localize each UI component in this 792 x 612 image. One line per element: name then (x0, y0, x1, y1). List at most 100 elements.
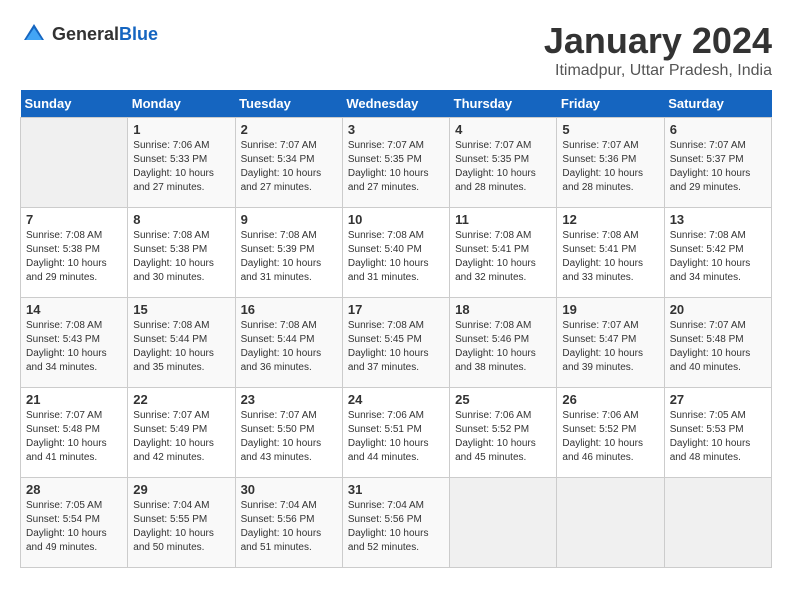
calendar-cell: 15 Sunrise: 7:08 AM Sunset: 5:44 PM Dayli… (128, 298, 235, 388)
day-number: 25 (455, 392, 551, 407)
calendar-cell: 24Sunrise: 7:06 AM Sunset: 5:51 PM Dayli… (342, 388, 449, 478)
day-info: Sunrise: 7:08 AM Sunset: 5:45 PM Dayligh… (348, 319, 444, 375)
day-info: Sunrise: 7:05 AM Sunset: 5:53 PM Dayligh… (670, 409, 766, 465)
week-row-2: 7Sunrise: 7:08 AM Sunset: 5:38 PM Daylig… (21, 208, 772, 298)
weekday-header-wednesday: Wednesday (342, 90, 449, 118)
day-number: 11 (455, 212, 551, 227)
calendar-cell: 10 Sunrise: 7:08 AM Sunset: 5:40 PM Dayli… (342, 208, 449, 298)
day-info: Sunrise: 7:07 AM Sunset: 5:48 PM Dayligh… (670, 319, 766, 375)
logo-text-general: General (52, 24, 119, 44)
day-number: 14 (26, 302, 122, 317)
calendar-cell: 21 Sunrise: 7:07 AM Sunset: 5:48 PM Dayli… (21, 388, 128, 478)
day-number: 1 (133, 122, 229, 137)
title-block: January 2024 Itimadpur, Uttar Pradesh, I… (544, 20, 772, 80)
week-row-3: 14Sunrise: 7:08 AM Sunset: 5:43 PM Dayli… (21, 298, 772, 388)
calendar-cell: 23 Sunrise: 7:07 AM Sunset: 5:50 PM Dayli… (235, 388, 342, 478)
day-number: 10 (348, 212, 444, 227)
calendar-table: SundayMondayTuesdayWednesdayThursdayFrid… (20, 90, 772, 568)
day-number: 8 (133, 212, 229, 227)
day-number: 13 (670, 212, 766, 227)
calendar-cell: 8 Sunrise: 7:08 AM Sunset: 5:38 PM Daylig… (128, 208, 235, 298)
calendar-cell: 11 Sunrise: 7:08 AM Sunset: 5:41 PM Dayli… (450, 208, 557, 298)
logo-icon (20, 20, 48, 48)
day-info: Sunrise: 7:08 AM Sunset: 5:39 PM Dayligh… (241, 229, 337, 285)
day-info: Sunrise: 7:07 AM Sunset: 5:50 PM Dayligh… (241, 409, 337, 465)
page-header: GeneralBlue January 2024 Itimadpur, Utta… (20, 20, 772, 80)
day-number: 6 (670, 122, 766, 137)
day-info: Sunrise: 7:07 AM Sunset: 5:47 PM Dayligh… (562, 319, 658, 375)
day-info: Sunrise: 7:08 AM Sunset: 5:38 PM Dayligh… (133, 229, 229, 285)
day-info: Sunrise: 7:04 AM Sunset: 5:55 PM Dayligh… (133, 499, 229, 555)
calendar-cell: 9 Sunrise: 7:08 AM Sunset: 5:39 PM Daylig… (235, 208, 342, 298)
day-number: 19 (562, 302, 658, 317)
week-row-5: 28Sunrise: 7:05 AM Sunset: 5:54 PM Dayli… (21, 478, 772, 568)
logo-text-blue: Blue (119, 24, 158, 44)
day-info: Sunrise: 7:08 AM Sunset: 5:38 PM Dayligh… (26, 229, 122, 285)
weekday-header-friday: Friday (557, 90, 664, 118)
calendar-cell: 12Sunrise: 7:08 AM Sunset: 5:41 PM Dayli… (557, 208, 664, 298)
day-number: 9 (241, 212, 337, 227)
calendar-cell: 27 Sunrise: 7:05 AM Sunset: 5:53 PM Dayli… (664, 388, 771, 478)
day-info: Sunrise: 7:06 AM Sunset: 5:52 PM Dayligh… (562, 409, 658, 465)
location-title: Itimadpur, Uttar Pradesh, India (544, 62, 772, 80)
day-number: 18 (455, 302, 551, 317)
calendar-cell (557, 478, 664, 568)
day-number: 26 (562, 392, 658, 407)
calendar-cell: 31 Sunrise: 7:04 AM Sunset: 5:56 PM Dayli… (342, 478, 449, 568)
day-number: 4 (455, 122, 551, 137)
calendar-cell: 20Sunrise: 7:07 AM Sunset: 5:48 PM Dayli… (664, 298, 771, 388)
day-info: Sunrise: 7:07 AM Sunset: 5:35 PM Dayligh… (455, 139, 551, 195)
calendar-cell: 2 Sunrise: 7:07 AM Sunset: 5:34 PM Daylig… (235, 118, 342, 208)
day-number: 21 (26, 392, 122, 407)
day-info: Sunrise: 7:08 AM Sunset: 5:40 PM Dayligh… (348, 229, 444, 285)
calendar-cell: 17Sunrise: 7:08 AM Sunset: 5:45 PM Dayli… (342, 298, 449, 388)
day-number: 28 (26, 482, 122, 497)
day-number: 22 (133, 392, 229, 407)
weekday-header-tuesday: Tuesday (235, 90, 342, 118)
calendar-cell: 1Sunrise: 7:06 AM Sunset: 5:33 PM Daylig… (128, 118, 235, 208)
week-row-1: 1Sunrise: 7:06 AM Sunset: 5:33 PM Daylig… (21, 118, 772, 208)
calendar-cell: 3Sunrise: 7:07 AM Sunset: 5:35 PM Daylig… (342, 118, 449, 208)
day-number: 29 (133, 482, 229, 497)
day-info: Sunrise: 7:08 AM Sunset: 5:44 PM Dayligh… (133, 319, 229, 375)
day-number: 15 (133, 302, 229, 317)
day-number: 2 (241, 122, 337, 137)
day-info: Sunrise: 7:08 AM Sunset: 5:44 PM Dayligh… (241, 319, 337, 375)
day-info: Sunrise: 7:06 AM Sunset: 5:52 PM Dayligh… (455, 409, 551, 465)
day-number: 27 (670, 392, 766, 407)
calendar-cell: 6Sunrise: 7:07 AM Sunset: 5:37 PM Daylig… (664, 118, 771, 208)
month-title: January 2024 (544, 20, 772, 62)
day-info: Sunrise: 7:04 AM Sunset: 5:56 PM Dayligh… (348, 499, 444, 555)
day-info: Sunrise: 7:04 AM Sunset: 5:56 PM Dayligh… (241, 499, 337, 555)
weekday-header-row: SundayMondayTuesdayWednesdayThursdayFrid… (21, 90, 772, 118)
calendar-cell: 5 Sunrise: 7:07 AM Sunset: 5:36 PM Daylig… (557, 118, 664, 208)
weekday-header-sunday: Sunday (21, 90, 128, 118)
day-number: 5 (562, 122, 658, 137)
calendar-cell: 7Sunrise: 7:08 AM Sunset: 5:38 PM Daylig… (21, 208, 128, 298)
day-info: Sunrise: 7:07 AM Sunset: 5:49 PM Dayligh… (133, 409, 229, 465)
calendar-cell: 22 Sunrise: 7:07 AM Sunset: 5:49 PM Dayli… (128, 388, 235, 478)
calendar-cell: 28Sunrise: 7:05 AM Sunset: 5:54 PM Dayli… (21, 478, 128, 568)
calendar-cell: 14Sunrise: 7:08 AM Sunset: 5:43 PM Dayli… (21, 298, 128, 388)
day-info: Sunrise: 7:07 AM Sunset: 5:36 PM Dayligh… (562, 139, 658, 195)
calendar-cell: 19 Sunrise: 7:07 AM Sunset: 5:47 PM Dayli… (557, 298, 664, 388)
day-number: 3 (348, 122, 444, 137)
logo: GeneralBlue (20, 20, 158, 48)
weekday-header-thursday: Thursday (450, 90, 557, 118)
calendar-cell (450, 478, 557, 568)
day-info: Sunrise: 7:07 AM Sunset: 5:48 PM Dayligh… (26, 409, 122, 465)
day-info: Sunrise: 7:06 AM Sunset: 5:51 PM Dayligh… (348, 409, 444, 465)
calendar-cell (21, 118, 128, 208)
calendar-cell: 18Sunrise: 7:08 AM Sunset: 5:46 PM Dayli… (450, 298, 557, 388)
weekday-header-monday: Monday (128, 90, 235, 118)
day-number: 31 (348, 482, 444, 497)
day-number: 16 (241, 302, 337, 317)
day-number: 23 (241, 392, 337, 407)
day-info: Sunrise: 7:08 AM Sunset: 5:42 PM Dayligh… (670, 229, 766, 285)
calendar-cell: 29 Sunrise: 7:04 AM Sunset: 5:55 PM Dayli… (128, 478, 235, 568)
day-info: Sunrise: 7:07 AM Sunset: 5:34 PM Dayligh… (241, 139, 337, 195)
weekday-header-saturday: Saturday (664, 90, 771, 118)
calendar-cell: 25 Sunrise: 7:06 AM Sunset: 5:52 PM Dayli… (450, 388, 557, 478)
calendar-cell: 26 Sunrise: 7:06 AM Sunset: 5:52 PM Dayli… (557, 388, 664, 478)
day-info: Sunrise: 7:08 AM Sunset: 5:41 PM Dayligh… (455, 229, 551, 285)
